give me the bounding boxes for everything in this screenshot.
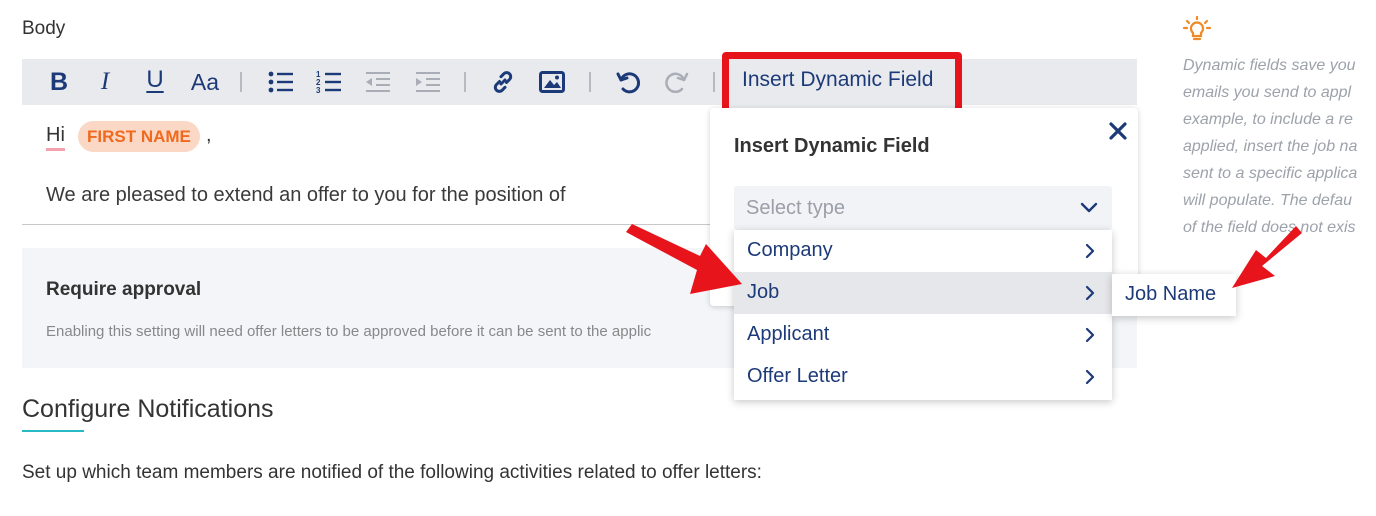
dynamic-fields-hint: Dynamic fields save you emails you send … bbox=[1183, 52, 1376, 241]
body-text-line: We are pleased to extend an offer to you… bbox=[46, 184, 566, 206]
underline-button[interactable]: U bbox=[141, 57, 169, 103]
outdent-icon bbox=[366, 72, 390, 92]
popover-title: Insert Dynamic Field bbox=[734, 135, 930, 157]
italic-button[interactable]: I bbox=[93, 59, 117, 105]
close-button[interactable] bbox=[1106, 119, 1130, 143]
bulleted-list-icon bbox=[268, 71, 293, 93]
chevron-right-icon bbox=[1084, 241, 1096, 266]
numbered-list-icon: 123 bbox=[316, 70, 341, 94]
hint-line: of the field does not exis bbox=[1183, 219, 1356, 236]
hint-line: example, to include a re bbox=[1183, 111, 1353, 128]
comma-text: , bbox=[206, 124, 212, 146]
undo-icon bbox=[616, 72, 641, 94]
hint-line: applied, insert the job na bbox=[1183, 138, 1358, 155]
option-label: Job bbox=[747, 281, 780, 303]
chevron-right-icon bbox=[1084, 325, 1096, 350]
option-applicant[interactable]: Applicant bbox=[734, 314, 1112, 356]
font-size-button[interactable]: Aa bbox=[186, 59, 224, 105]
require-approval-description: Enabling this setting will need offer le… bbox=[46, 323, 652, 340]
section-underline bbox=[22, 430, 84, 432]
option-job[interactable]: Job bbox=[734, 272, 1112, 314]
option-label: Company bbox=[747, 239, 833, 261]
require-approval-title: Require approval bbox=[46, 279, 202, 300]
chevron-right-icon bbox=[1084, 367, 1096, 392]
redo-icon bbox=[665, 72, 689, 94]
bulleted-list-button[interactable] bbox=[266, 59, 296, 105]
close-icon bbox=[1109, 122, 1127, 140]
lightbulb-icon bbox=[1182, 15, 1212, 47]
option-label: Applicant bbox=[747, 323, 830, 345]
first-name-chip[interactable]: FIRST NAME bbox=[78, 121, 200, 152]
toolbar-divider bbox=[464, 72, 466, 92]
indent-icon bbox=[416, 72, 440, 92]
configure-notifications-description: Set up which team members are notified o… bbox=[22, 462, 762, 483]
submenu-item-job-name[interactable]: Job Name bbox=[1125, 283, 1216, 306]
toolbar-divider bbox=[240, 72, 242, 92]
image-icon bbox=[539, 71, 565, 93]
insert-link-button[interactable] bbox=[488, 59, 518, 105]
option-offer-letter[interactable]: Offer Letter bbox=[734, 356, 1112, 398]
chevron-right-icon bbox=[1084, 283, 1096, 308]
undo-button[interactable] bbox=[613, 59, 643, 105]
option-label: Offer Letter bbox=[747, 365, 848, 387]
job-submenu: Job Name bbox=[1112, 274, 1236, 316]
hint-line: will populate. The defau bbox=[1183, 192, 1352, 209]
toolbar-divider bbox=[589, 72, 591, 92]
select-type-dropdown[interactable]: Select type bbox=[734, 186, 1112, 230]
bold-button[interactable]: B bbox=[46, 59, 72, 105]
outdent-button[interactable] bbox=[364, 59, 392, 105]
numbered-list-button[interactable]: 123 bbox=[314, 59, 344, 105]
greeting-text: Hi bbox=[46, 124, 65, 151]
redo-button[interactable] bbox=[662, 59, 692, 105]
insert-image-button[interactable] bbox=[537, 59, 567, 105]
body-label: Body bbox=[22, 18, 66, 39]
configure-notifications-title: Configure Notifications bbox=[22, 395, 274, 423]
svg-text:3: 3 bbox=[316, 86, 321, 94]
option-company[interactable]: Company bbox=[734, 230, 1112, 272]
indent-button[interactable] bbox=[414, 59, 442, 105]
toolbar-divider bbox=[713, 72, 715, 92]
type-options-menu: Company Job Applicant Offer Letter bbox=[734, 230, 1112, 400]
insert-dynamic-field-button[interactable]: Insert Dynamic Field bbox=[742, 68, 933, 92]
chevron-down-icon bbox=[1078, 196, 1100, 223]
link-icon bbox=[493, 71, 513, 93]
select-type-placeholder: Select type bbox=[746, 197, 845, 219]
hint-line: emails you send to appl bbox=[1183, 84, 1352, 101]
hint-line: Dynamic fields save you bbox=[1183, 57, 1356, 74]
hint-line: sent to a specific applica bbox=[1183, 165, 1358, 182]
